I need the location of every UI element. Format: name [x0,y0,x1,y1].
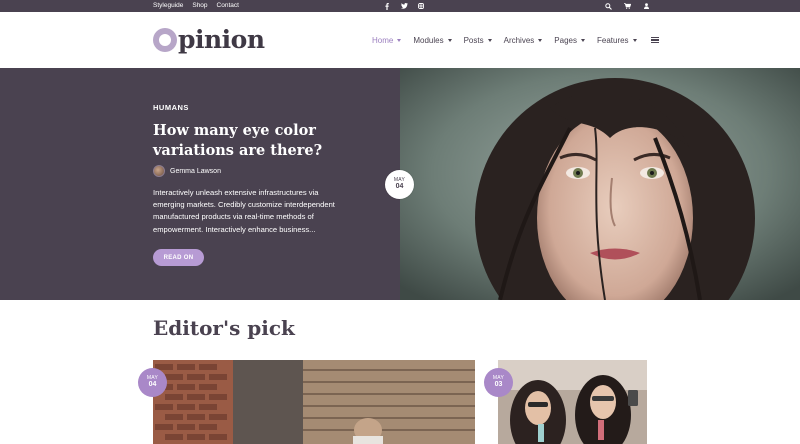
nav-item-label: Home [372,35,394,45]
site-logo[interactable]: pinion [153,25,265,55]
section-title: Editor's pick [153,316,295,340]
post-author[interactable]: Gemma Lawson [153,165,221,177]
contact-link[interactable]: Contact [217,0,239,12]
chevron-down-icon [632,38,637,42]
chevron-down-icon [487,38,492,42]
instagram-icon[interactable] [417,0,425,12]
nav-item-posts[interactable]: Posts [464,36,492,45]
nav-item-label: Archives [503,35,535,45]
post-title[interactable]: How many eye color variations are there? [153,121,353,161]
nav-item-modules[interactable]: Modules [413,35,452,45]
post-category[interactable]: HUMANS [153,103,189,112]
chevron-down-icon [447,38,452,42]
pick-card-image[interactable] [498,360,647,444]
pick-date-badge: MAY 03 [484,368,513,397]
utility-links [604,0,650,12]
nav-item-label: Pages [554,35,577,45]
main-nav: Home Modules Posts Archives Pages Featur… [372,12,659,68]
styleguide-link[interactable]: Styleguide [153,0,183,12]
portrait-photo [400,68,800,300]
street-photo [153,360,475,444]
logo-text: pinion [178,25,265,54]
chevron-down-icon [538,38,543,42]
nav-item-features[interactable]: Features [597,36,637,45]
top-bar: Styleguide Shop Contact [0,0,800,12]
top-links: Styleguide Shop Contact [153,0,239,12]
nav-item-label: Features [596,35,629,45]
nav-item-label: Modules [413,35,444,45]
avatar [153,165,165,177]
featured-post-image[interactable] [400,68,800,300]
site-header: pinion Home Modules Posts Archives Pages… [0,12,800,68]
twitter-icon[interactable] [400,0,408,12]
cart-icon[interactable] [623,0,631,12]
pick-card-image[interactable] [153,360,475,444]
user-icon[interactable] [642,0,650,12]
post-date-badge: MAY 04 [385,170,414,199]
chevron-down-icon [580,38,585,42]
featured-post: HUMANS How many eye color variations are… [0,68,800,300]
post-excerpt: Interactively unleash extensive infrastr… [153,188,335,234]
logo-mark [153,28,177,52]
nav-item-archives[interactable]: Archives [504,36,543,45]
menu-icon[interactable] [650,36,659,44]
date-day: 04 [395,183,404,191]
pick-date-badge: MAY 04 [138,368,167,397]
date-day: 03 [494,381,503,389]
nav-item-pages[interactable]: Pages [554,36,585,45]
friends-photo [498,360,647,444]
social-links [383,0,425,12]
facebook-icon[interactable] [383,0,391,12]
author-name: Gemma Lawson [170,167,221,175]
shop-link[interactable]: Shop [192,0,207,12]
read-on-button[interactable]: READ ON [153,249,204,266]
nav-item-home[interactable]: Home [372,35,402,45]
featured-post-panel: HUMANS How many eye color variations are… [0,68,400,300]
date-day: 04 [148,381,157,389]
chevron-down-icon [397,38,402,42]
nav-item-label: Posts [463,35,484,45]
search-icon[interactable] [604,0,612,12]
